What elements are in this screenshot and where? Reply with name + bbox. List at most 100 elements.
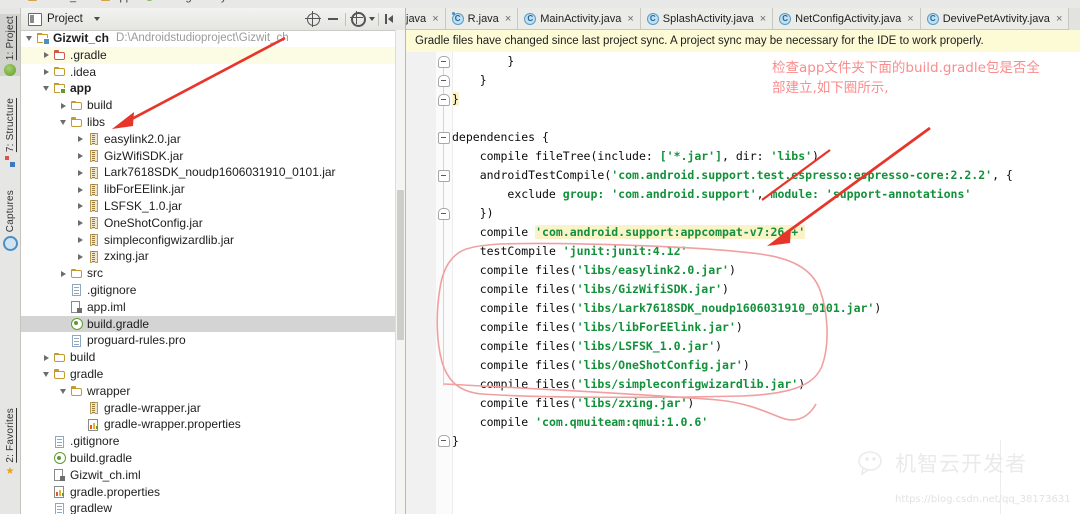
- tree-row[interactable]: src: [21, 265, 405, 282]
- code-content[interactable]: } }} dependencies { compile fileTree(incl…: [452, 52, 1080, 514]
- gradle-icon: [69, 317, 84, 330]
- chevron-down-icon: [93, 17, 100, 21]
- fold-marker[interactable]: [438, 56, 450, 68]
- chevron-right-icon[interactable]: [74, 253, 86, 260]
- tree-row[interactable]: .gradle: [21, 46, 405, 64]
- chevron-right-icon[interactable]: [74, 203, 86, 210]
- tree-row[interactable]: app.iml: [21, 299, 405, 316]
- chevron-right-icon[interactable]: [57, 270, 69, 277]
- editor-tab-bar[interactable]: java × C R.java × C MainActivity.java × C SplashA…: [406, 8, 1080, 30]
- fold-marker[interactable]: [438, 170, 450, 182]
- gradle-sync-notification[interactable]: Gradle files have changed since last pro…: [406, 30, 1080, 53]
- tree-row[interactable]: .gitignore: [21, 282, 405, 299]
- locate-icon[interactable]: [303, 9, 323, 29]
- editor-tab[interactable]: C R.java ×: [445, 8, 519, 30]
- project-file-tree[interactable]: Gizwit_ch D:\Androidstudioproject\Gizwit_…: [21, 30, 405, 514]
- gear-icon[interactable]: [348, 9, 368, 29]
- tree-row[interactable]: gradlew: [21, 500, 405, 514]
- tree-row[interactable]: Gizwit_ch.iml: [21, 467, 405, 484]
- tool-window-rail: 1: Project 7: Structure Captures 2: Favo…: [0, 8, 21, 514]
- chevron-right-icon[interactable]: [74, 136, 86, 143]
- tree-row[interactable]: wrapper: [21, 383, 405, 400]
- editor-gutter[interactable]: [406, 52, 437, 514]
- fold-marker[interactable]: [438, 75, 450, 87]
- code-editor[interactable]: } }} dependencies { compile fileTree(incl…: [406, 52, 1080, 514]
- chevron-right-icon[interactable]: [40, 354, 52, 361]
- tree-item-label: app.iml: [87, 299, 126, 314]
- close-icon[interactable]: ×: [1056, 13, 1062, 25]
- breadcrumb-item-2[interactable]: SettingActivity: [157, 0, 226, 3]
- sidebar-item-captures[interactable]: Captures: [0, 188, 20, 252]
- project-panel-scrollbar[interactable]: [395, 30, 405, 514]
- chevron-right-icon[interactable]: [57, 102, 69, 109]
- chevron-down-icon[interactable]: [23, 35, 35, 41]
- close-icon[interactable]: ×: [627, 13, 633, 25]
- jar-icon: [86, 401, 101, 414]
- tree-row[interactable]: libForEElink.jar: [21, 181, 405, 198]
- tree-row[interactable]: Gizwit_ch D:\Androidstudioproject\Gizwit_…: [21, 30, 405, 47]
- wechat-icon: [858, 450, 888, 476]
- tree-row[interactable]: easylink2.0.jar: [21, 131, 405, 148]
- chevron-right-icon[interactable]: [40, 68, 52, 75]
- fold-marker[interactable]: [438, 132, 450, 144]
- chevron-right-icon[interactable]: [74, 169, 86, 176]
- tree-row[interactable]: gradle.properties: [21, 484, 405, 501]
- close-icon[interactable]: ×: [432, 13, 438, 25]
- editor-tab[interactable]: C NetConfigActivity.java ×: [773, 8, 921, 30]
- collapse-all-icon[interactable]: [323, 9, 343, 29]
- jar-icon: [86, 133, 101, 146]
- fold-marker[interactable]: [438, 208, 450, 220]
- editor-tab[interactable]: C DevivePetAvtivity.java ×: [920, 8, 1070, 30]
- tree-row[interactable]: build: [21, 97, 405, 114]
- editor-tab-label: R.java: [467, 12, 499, 25]
- tree-row[interactable]: gradle: [21, 366, 405, 383]
- hide-icon[interactable]: [381, 9, 401, 29]
- project-view-selector[interactable]: [83, 8, 111, 30]
- chevron-down-icon[interactable]: [40, 86, 52, 92]
- close-icon[interactable]: ×: [505, 13, 511, 25]
- fold-marker[interactable]: [438, 94, 450, 106]
- tree-row[interactable]: proguard-rules.pro: [21, 332, 405, 349]
- sidebar-item-structure[interactable]: 7: Structure: [0, 96, 20, 168]
- tree-row[interactable]: .idea: [21, 64, 405, 81]
- editor-tab[interactable]: java ×: [406, 8, 446, 30]
- chevron-right-icon[interactable]: [74, 236, 86, 243]
- breadcrumb[interactable]: Gizwit_ch › app › SettingActivity: [0, 0, 1080, 8]
- close-icon[interactable]: ×: [907, 13, 913, 25]
- file-icon: [52, 435, 67, 448]
- tree-row[interactable]: app: [21, 80, 405, 97]
- gear-dropdown-icon[interactable]: [368, 9, 376, 29]
- editor-fold-column[interactable]: [436, 52, 453, 514]
- tree-row[interactable]: LSFSK_1.0.jar: [21, 198, 405, 215]
- breadcrumb-item-0[interactable]: Gizwit_ch: [40, 0, 88, 3]
- chevron-down-icon[interactable]: [57, 388, 69, 394]
- chevron-right-icon[interactable]: [74, 152, 86, 159]
- tree-row[interactable]: gradle-wrapper.jar: [21, 400, 405, 417]
- fold-marker[interactable]: [438, 435, 450, 447]
- tree-row[interactable]: simpleconfigwizardlib.jar: [21, 232, 405, 249]
- tree-row[interactable]: .gitignore: [21, 433, 405, 450]
- tree-row[interactable]: GizWifiSDK.jar: [21, 148, 405, 165]
- tree-row[interactable]: build.gradle: [21, 315, 405, 333]
- close-icon[interactable]: ×: [760, 13, 766, 25]
- chevron-right-icon[interactable]: [74, 220, 86, 227]
- tree-row[interactable]: build.gradle: [21, 450, 405, 467]
- editor-tab[interactable]: C SplashActivity.java ×: [640, 8, 774, 30]
- editor-tab[interactable]: C MainActivity.java ×: [518, 8, 641, 30]
- tree-row[interactable]: gradle-wrapper.properties: [21, 416, 405, 433]
- tree-row[interactable]: libs: [21, 114, 405, 131]
- tree-row[interactable]: build: [21, 349, 405, 366]
- chevron-right-icon[interactable]: [40, 52, 52, 59]
- tree-row[interactable]: OneShotConfig.jar: [21, 215, 405, 232]
- breadcrumb-item-1[interactable]: app: [113, 0, 131, 3]
- sidebar-item-project[interactable]: 1: Project: [0, 14, 20, 77]
- tree-row[interactable]: zxing.jar: [21, 248, 405, 265]
- sidebar-item-favorites[interactable]: 2: Favorites ★: [0, 406, 20, 477]
- tree-item-label: Gizwit_ch: [53, 31, 110, 45]
- tree-item-label: src: [87, 266, 103, 281]
- chevron-right-icon[interactable]: [74, 186, 86, 193]
- chevron-down-icon[interactable]: [40, 371, 52, 377]
- tree-row[interactable]: Lark7618SDK_noudp1606031910_0101.jar: [21, 164, 405, 181]
- scrollbar-thumb[interactable]: [397, 190, 404, 340]
- chevron-down-icon[interactable]: [57, 119, 69, 125]
